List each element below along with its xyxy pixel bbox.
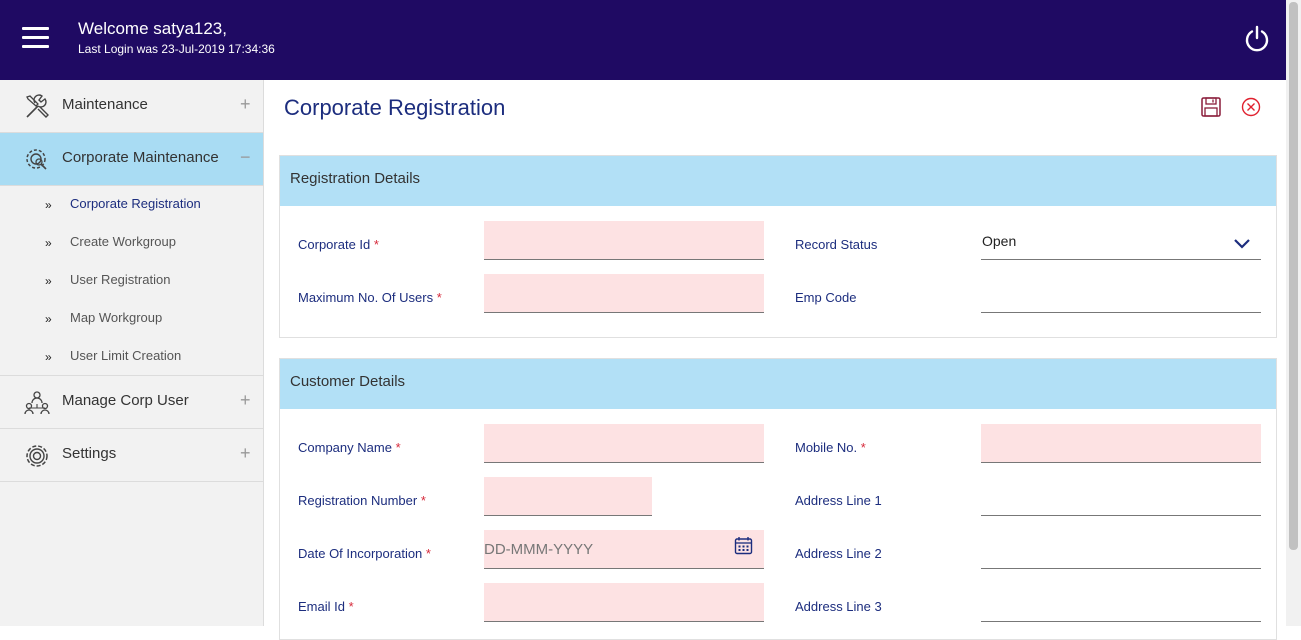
date-of-incorporation-label: Date Of Incorporation * — [298, 546, 431, 561]
email-field[interactable] — [484, 583, 764, 622]
required-mark: * — [348, 599, 354, 614]
max-users-label: Maximum No. Of Users * — [298, 290, 442, 305]
emp-code-label: Emp Code — [795, 290, 857, 305]
address-line-3-field[interactable] — [981, 583, 1261, 622]
registration-number-label: Registration Number * — [298, 493, 426, 508]
sidebar-item-label: Settings — [62, 445, 117, 462]
gear-icon — [26, 445, 48, 467]
sidebar-item-maintenance[interactable]: Maintenance + — [0, 80, 263, 133]
double-chevron-icon: » — [45, 274, 52, 288]
required-mark: * — [420, 493, 426, 508]
date-of-incorporation-field[interactable]: DD-MMM-YYYY — [484, 530, 764, 569]
required-mark: * — [436, 290, 442, 305]
mobile-label: Mobile No. * — [795, 440, 866, 455]
sidebar-item-label: Maintenance — [62, 96, 148, 113]
sidebar-subitem-create-workgroup[interactable]: » Create Workgroup — [0, 223, 263, 261]
collapse-icon[interactable]: − — [240, 147, 251, 168]
record-status-label: Record Status — [795, 237, 878, 252]
gear-search-icon — [26, 149, 47, 170]
double-chevron-icon: » — [45, 198, 52, 212]
scrollbar-thumb[interactable] — [1289, 2, 1298, 550]
company-name-field[interactable] — [484, 424, 764, 463]
expand-icon[interactable]: + — [240, 94, 251, 115]
double-chevron-icon: » — [45, 312, 52, 326]
last-login-text: Last Login was 23-Jul-2019 17:34:36 — [78, 42, 275, 56]
page-scrollbar[interactable] — [1286, 0, 1301, 626]
double-chevron-icon: » — [45, 350, 52, 364]
label-text: Maximum No. Of Users — [298, 290, 434, 305]
customer-details-header: Customer Details — [280, 359, 1276, 409]
record-status-select[interactable]: Open — [981, 221, 1261, 260]
address-line-1-label: Address Line 1 — [795, 493, 882, 508]
sidebar-item-settings[interactable]: Settings + — [0, 429, 263, 482]
sidebar-subitem-label: User Limit Creation — [70, 348, 182, 363]
address-line-3-label: Address Line 3 — [795, 599, 882, 614]
tools-icon — [26, 94, 49, 118]
sidebar-item-label: Corporate Maintenance — [62, 149, 219, 166]
panel-heading: Customer Details — [290, 373, 406, 390]
expand-icon[interactable]: + — [240, 390, 251, 411]
sidebar-subitem-label: Create Workgroup — [70, 234, 176, 249]
required-mark: * — [373, 237, 379, 252]
company-name-label: Company Name * — [298, 440, 401, 455]
welcome-text: Welcome satya123, — [78, 19, 227, 38]
label-text: Company Name — [298, 440, 392, 455]
emp-code-field[interactable] — [981, 274, 1261, 313]
date-placeholder: DD-MMM-YYYY — [484, 541, 594, 558]
address-line-1-field[interactable] — [981, 477, 1261, 516]
required-mark: * — [860, 440, 866, 455]
page-title: Corporate Registration — [284, 95, 506, 120]
label-text: Date Of Incorporation — [298, 546, 423, 561]
required-mark: * — [395, 440, 401, 455]
expand-icon[interactable]: + — [240, 443, 251, 464]
sidebar-subitem-user-registration[interactable]: » User Registration — [0, 261, 263, 299]
record-status-value: Open — [982, 233, 1017, 249]
power-icon[interactable] — [1243, 25, 1271, 53]
label-text: Email Id — [298, 599, 345, 614]
sidebar-item-manage-corp-user[interactable]: Manage Corp User + — [0, 376, 263, 429]
registration-number-field[interactable] — [484, 477, 652, 516]
app-header: Welcome satya123, Last Login was 23-Jul-… — [0, 0, 1286, 80]
sidebar-item-corporate-maintenance[interactable]: Corporate Maintenance − — [0, 133, 263, 186]
close-icon[interactable] — [1240, 96, 1262, 118]
sidebar-subitem-label: Map Workgroup — [70, 310, 163, 325]
chevron-down-icon — [1234, 239, 1250, 249]
panel-heading: Registration Details — [290, 170, 421, 187]
label-text: Registration Number — [298, 493, 418, 508]
calendar-icon[interactable] — [734, 536, 753, 555]
sidebar-subitem-user-limit-creation[interactable]: » User Limit Creation — [0, 337, 263, 376]
max-users-field[interactable] — [484, 274, 764, 313]
label-text: Corporate Id — [298, 237, 371, 252]
address-line-2-field[interactable] — [981, 530, 1261, 569]
corporate-id-field[interactable] — [484, 221, 764, 260]
double-chevron-icon: » — [45, 236, 52, 250]
email-label: Email Id * — [298, 599, 354, 614]
sidebar-subitem-corporate-registration[interactable]: » Corporate Registration — [0, 185, 263, 223]
corporate-id-label: Corporate Id * — [298, 237, 379, 252]
hamburger-icon[interactable] — [22, 27, 49, 49]
address-line-2-label: Address Line 2 — [795, 546, 882, 561]
sidebar-subitem-label: Corporate Registration — [70, 196, 201, 211]
users-icon — [24, 391, 50, 415]
mobile-field[interactable] — [981, 424, 1261, 463]
sidebar: Maintenance + Corporate Maintenance − » … — [0, 80, 264, 626]
required-mark: * — [425, 546, 431, 561]
sidebar-subitem-label: User Registration — [70, 272, 171, 287]
save-icon[interactable] — [1200, 96, 1222, 118]
sidebar-item-label: Manage Corp User — [62, 392, 189, 409]
sidebar-subitem-map-workgroup[interactable]: » Map Workgroup — [0, 299, 263, 337]
registration-details-header: Registration Details — [280, 156, 1276, 206]
label-text: Mobile No. — [795, 440, 858, 455]
